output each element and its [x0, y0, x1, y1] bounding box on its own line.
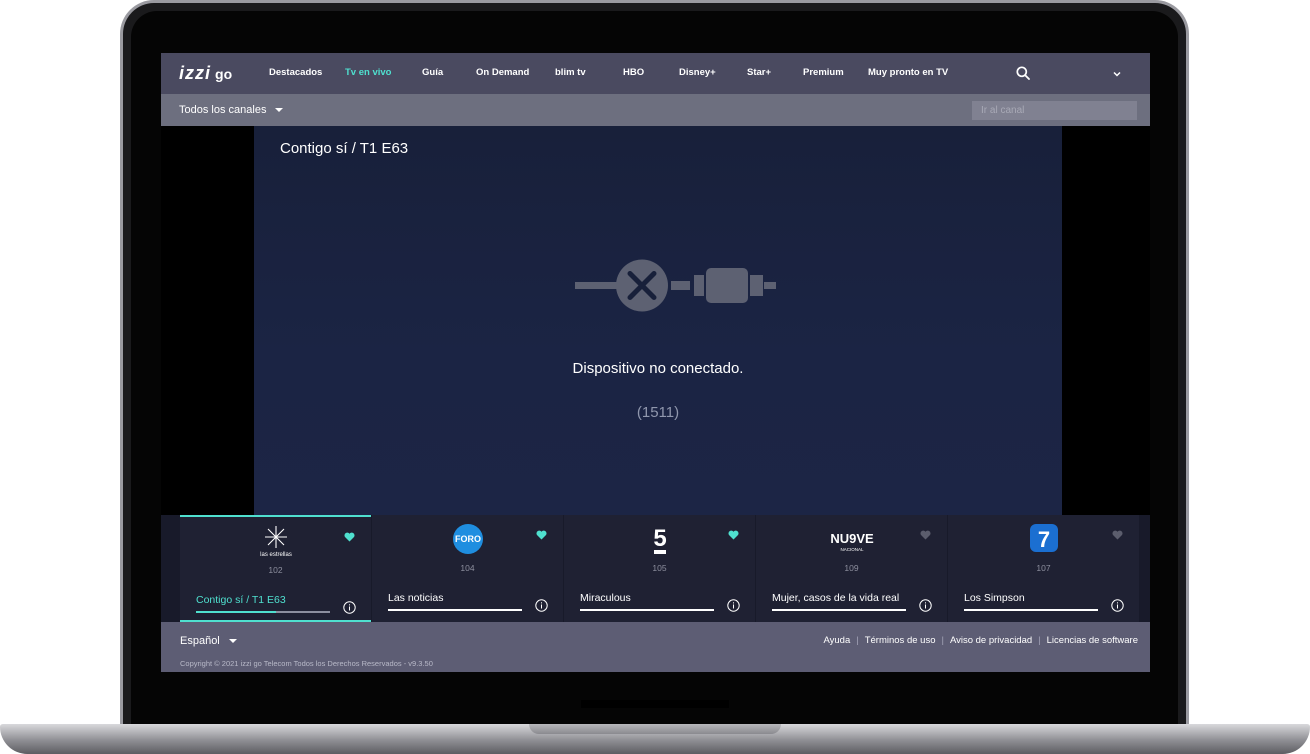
channel-filter-bar: Todos los canales — [161, 94, 1150, 126]
program-title: Los Simpson — [964, 592, 1025, 604]
canal-5-logo-icon: 5 — [653, 525, 666, 554]
channel-number: 102 — [268, 565, 283, 575]
info-icon[interactable] — [343, 601, 356, 614]
nav-item-on-demand[interactable]: On Demand — [476, 67, 529, 78]
channels-dropdown[interactable]: Todos los canales — [179, 104, 284, 116]
program-progress — [196, 611, 330, 613]
logo-go: go — [215, 66, 233, 82]
program-progress — [964, 609, 1098, 611]
svg-text:NACIONAL: NACIONAL — [840, 547, 864, 552]
channel-card[interactable]: FORO 104 Las noticias — [372, 515, 563, 622]
svg-text:FORO: FORO — [455, 534, 481, 544]
search-icon[interactable] — [1016, 66, 1030, 80]
nav-item-guia[interactable]: Guía — [422, 67, 443, 78]
top-navigation: izzi go Destacados Tv en vivo Guía On De… — [161, 53, 1150, 94]
las-estrellas-logo-icon: las estrellas — [260, 526, 292, 558]
izzi-go-logo[interactable]: izzi go — [179, 63, 232, 85]
heart-icon[interactable] — [920, 530, 931, 540]
footer-link-privacidad[interactable]: Aviso de privacidad — [950, 635, 1032, 646]
player-error-message: Dispositivo no conectado. — [572, 360, 744, 377]
channel-logo-azteca-7: 7 — [948, 522, 1139, 556]
program-title: Miraculous — [580, 592, 631, 604]
program-progress — [772, 609, 906, 611]
nav-item-tv-en-vivo[interactable]: Tv en vivo — [345, 67, 391, 78]
laptop-notch — [529, 724, 781, 734]
footer-link-terminos[interactable]: Términos de uso — [865, 635, 936, 646]
nav-item-destacados[interactable]: Destacados — [269, 67, 322, 78]
channel-number: 104 — [460, 563, 475, 573]
language-label: Español — [180, 635, 220, 647]
channel-logo-5: 5 — [564, 522, 755, 556]
player-error-code: (1511) — [636, 404, 680, 421]
nueve-logo-icon: NU9VE NACIONAL — [830, 531, 874, 552]
disconnected-plug-icon — [575, 259, 776, 312]
video-player[interactable]: Contigo sí / T1 E63 Dispositivo no conec… — [254, 126, 1062, 515]
program-title: Contigo sí / T1 E63 — [196, 594, 286, 606]
channel-logo-nueve: NU9VE NACIONAL — [756, 522, 947, 556]
channel-number: 105 — [652, 563, 667, 573]
copyright-text: Copyright © 2021 izzi go Telecom Todos l… — [180, 659, 433, 668]
caret-down-icon — [228, 639, 237, 643]
nav-item-star[interactable]: Star+ — [747, 67, 771, 78]
foro-tv-logo-icon: FORO — [452, 524, 483, 554]
player-title: Contigo sí / T1 E63 — [280, 140, 409, 157]
svg-text:7: 7 — [1037, 527, 1049, 552]
info-icon[interactable] — [919, 599, 932, 612]
program-progress — [388, 609, 522, 611]
svg-text:las estrellas: las estrellas — [260, 552, 292, 558]
svg-text:5: 5 — [653, 525, 666, 552]
channel-card[interactable]: 7 107 Los Simpson — [948, 515, 1139, 622]
laptop-hinge-slot — [581, 700, 729, 708]
logo-izzi: izzi — [179, 63, 212, 83]
program-progress — [580, 609, 714, 611]
nav-item-premium[interactable]: Premium — [803, 67, 844, 78]
info-icon[interactable] — [1111, 599, 1124, 612]
channel-card[interactable]: 5 105 Miraculous — [564, 515, 755, 622]
footer: Español Ayuda | Términos de uso | Aviso … — [161, 622, 1150, 672]
info-icon[interactable] — [727, 599, 740, 612]
channel-number: 109 — [844, 563, 859, 573]
app-screen: izzi go Destacados Tv en vivo Guía On De… — [161, 53, 1150, 672]
channel-card[interactable]: las estrellas 102 Contigo sí / T1 E63 — [180, 515, 371, 622]
footer-link-licencias[interactable]: Licencias de software — [1047, 635, 1138, 646]
heart-icon[interactable] — [536, 530, 547, 540]
channel-logo-las-estrellas: las estrellas — [180, 524, 371, 558]
channel-card[interactable]: NU9VE NACIONAL 109 Mujer, casos de la vi… — [756, 515, 947, 622]
footer-link-ayuda[interactable]: Ayuda — [823, 635, 850, 646]
azteca-7-logo-icon: 7 — [1029, 524, 1058, 552]
nav-item-blim-tv[interactable]: blim tv — [555, 67, 586, 78]
program-title: Las noticias — [388, 592, 444, 604]
heart-icon[interactable] — [344, 532, 355, 542]
language-dropdown[interactable]: Español — [180, 635, 237, 647]
go-to-channel-input[interactable] — [972, 101, 1137, 120]
channel-number: 107 — [1036, 563, 1051, 573]
nav-item-hbo[interactable]: HBO — [623, 67, 644, 78]
separator: | — [1038, 635, 1041, 646]
channels-dropdown-label: Todos los canales — [179, 104, 267, 116]
separator: | — [856, 635, 859, 646]
svg-text:NU9VE: NU9VE — [830, 531, 874, 546]
info-icon[interactable] — [535, 599, 548, 612]
program-title: Mujer, casos de la vida real — [772, 592, 900, 604]
chevron-down-icon[interactable] — [1112, 69, 1122, 79]
channel-logo-foro: FORO — [372, 522, 563, 556]
separator: | — [941, 635, 944, 646]
caret-down-icon — [275, 108, 284, 112]
heart-icon[interactable] — [728, 530, 739, 540]
nav-item-disney[interactable]: Disney+ — [679, 67, 716, 78]
channel-strip: las estrellas 102 Contigo sí / T1 E63 FO… — [161, 515, 1150, 622]
nav-item-muy-pronto[interactable]: Muy pronto en TV — [868, 67, 948, 78]
heart-icon[interactable] — [1112, 530, 1123, 540]
footer-links: Ayuda | Términos de uso | Aviso de priva… — [823, 635, 1138, 646]
